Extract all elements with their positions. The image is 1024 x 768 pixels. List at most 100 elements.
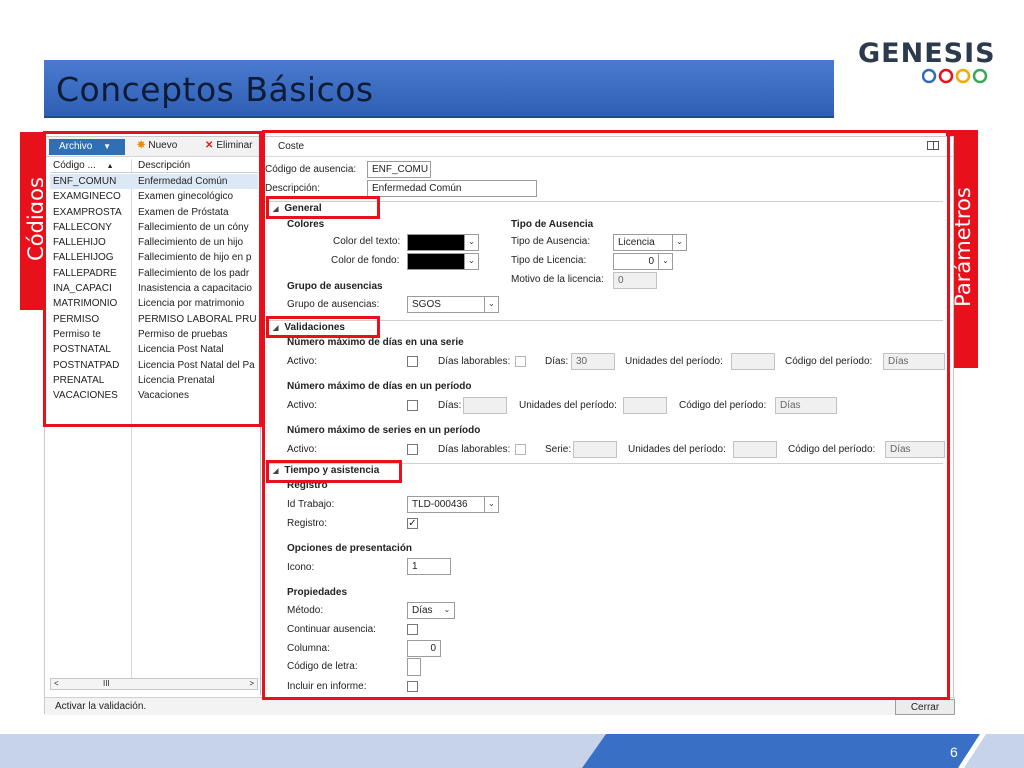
codigo-periodo-series-field[interactable]: Días bbox=[885, 441, 945, 458]
list-row[interactable]: PERMISO PERMISO LABORAL PRUE bbox=[50, 312, 258, 327]
list-row[interactable]: EXAMPROSTA Examen de Próstata bbox=[50, 205, 258, 220]
tiempo-section-header[interactable]: ◢ Tiempo y asistencia bbox=[273, 465, 379, 476]
row-desc: Vacaciones bbox=[138, 390, 189, 402]
registro-heading: Registro bbox=[287, 480, 328, 491]
activo-serie-checkbox[interactable] bbox=[407, 356, 418, 367]
eliminar-button[interactable]: ✕ Eliminar bbox=[205, 140, 253, 151]
chevron-down-icon[interactable]: ⌄ bbox=[464, 254, 478, 269]
chevron-down-icon: ▼ bbox=[103, 142, 112, 151]
unidades-periodo-label: Unidades del período: bbox=[519, 400, 617, 411]
row-code: FALLEPADRE bbox=[53, 267, 117, 279]
list-row[interactable]: FALLEHIJOG Fallecimiento de hijo en p bbox=[50, 250, 258, 265]
incluir-informe-checkbox[interactable] bbox=[407, 681, 418, 692]
motivo-licencia-field[interactable]: 0 bbox=[613, 272, 657, 289]
descripcion-field[interactable]: Enfermedad Común bbox=[367, 180, 537, 197]
serie-field[interactable] bbox=[573, 441, 617, 458]
absence-codes-window: Archivo ▼ ✸ Nuevo ✕ Eliminar Código ... ▲ … bbox=[44, 136, 955, 715]
incluir-informe-label: Incluir en informe: bbox=[287, 681, 367, 692]
unidades-periodo-label: Unidades del período: bbox=[625, 356, 723, 367]
metodo-select[interactable]: Días ⌄ bbox=[407, 602, 455, 619]
list-row[interactable]: EXAMGINECO Examen ginecológico bbox=[50, 189, 258, 204]
row-desc: Fallecimiento de un cóny bbox=[138, 221, 249, 233]
tipo-ausencia-select[interactable]: Licencia ⌄ bbox=[613, 234, 687, 251]
icono-field[interactable]: 1 bbox=[407, 558, 451, 575]
codigo-ausencia-field[interactable]: ENF_COMU bbox=[367, 161, 431, 178]
status-text: Activar la validación. bbox=[55, 701, 147, 712]
activo-series-checkbox[interactable] bbox=[407, 444, 418, 455]
row-desc: Examen ginecológico bbox=[138, 191, 234, 203]
codigo-periodo-periodo-field[interactable]: Días bbox=[775, 397, 837, 414]
grupo-ausencias-heading: Grupo de ausencias bbox=[287, 281, 383, 292]
list-row[interactable]: POSTNATAL Licencia Post Natal bbox=[50, 342, 258, 357]
tipo-licencia-select[interactable]: 0 ⌄ bbox=[613, 253, 673, 270]
sort-up-icon: ▲ bbox=[106, 163, 114, 170]
slide-title-bar: Conceptos Básicos bbox=[44, 60, 834, 118]
scroll-thumb-grip-icon[interactable]: III bbox=[103, 679, 110, 688]
panel-layout-icon[interactable] bbox=[927, 141, 939, 150]
dias-laborables-serie-checkbox[interactable] bbox=[515, 356, 526, 367]
chevron-down-icon[interactable]: ⌄ bbox=[672, 235, 686, 250]
row-code: Permiso te bbox=[53, 328, 101, 340]
eliminar-label: Eliminar bbox=[216, 140, 253, 151]
tipo-licencia-value: 0 bbox=[648, 256, 654, 267]
validaciones-section-header[interactable]: ◢ Validaciones bbox=[273, 322, 345, 333]
codigo-periodo-label: Código del período: bbox=[788, 444, 876, 455]
color-texto-label: Color del texto: bbox=[333, 236, 401, 247]
nuevo-button[interactable]: ✸ Nuevo bbox=[137, 140, 177, 151]
dias-periodo-field[interactable] bbox=[463, 397, 507, 414]
list-row[interactable]: ENF_COMUN Enfermedad Común bbox=[50, 174, 258, 190]
codigo-letra-field[interactable] bbox=[407, 658, 421, 676]
row-code: EXAMPROSTA bbox=[53, 206, 122, 218]
codigos-side-label: Códigos bbox=[20, 132, 48, 310]
unidades-series-field[interactable] bbox=[733, 441, 777, 458]
descripcion-label: Descripción: bbox=[265, 183, 321, 194]
color-fondo-picker[interactable]: ⌄ bbox=[407, 253, 479, 270]
list-row[interactable]: FALLEHIJO Fallecimiento de un hijo bbox=[50, 235, 258, 250]
validaciones-divider bbox=[263, 320, 943, 321]
tipo-licencia-label: Tipo de Licencia: bbox=[511, 255, 587, 266]
tipo-ausencia-value: Licencia bbox=[618, 237, 655, 248]
logo-text: GENESIS bbox=[858, 38, 996, 69]
list-row[interactable]: POSTNATPAD Licencia Post Natal del Pa bbox=[50, 358, 258, 373]
list-row[interactable]: INA_CAPACI Inasistencia a capacitacio bbox=[50, 281, 258, 296]
unidades-periodo-field[interactable] bbox=[623, 397, 667, 414]
horizontal-scrollbar[interactable]: < III > bbox=[50, 678, 258, 690]
list-row[interactable]: FALLECONY Fallecimiento de un cóny bbox=[50, 220, 258, 235]
scroll-right-icon[interactable]: > bbox=[249, 679, 254, 688]
list-row[interactable]: VACACIONES Vacaciones bbox=[50, 388, 258, 403]
color-texto-picker[interactable]: ⌄ bbox=[407, 234, 479, 251]
list-row[interactable]: Permiso te Permiso de pruebas bbox=[50, 327, 258, 342]
chevron-down-icon[interactable]: ⌄ bbox=[440, 603, 454, 618]
cerrar-button[interactable]: Cerrar bbox=[895, 699, 955, 715]
dias-laborables-series-checkbox[interactable] bbox=[515, 444, 526, 455]
dias-serie-field[interactable]: 30 bbox=[571, 353, 615, 370]
registro-checkbox[interactable]: ✓ bbox=[407, 518, 418, 529]
chevron-down-icon[interactable]: ⌄ bbox=[658, 254, 672, 269]
codigo-periodo-serie-field[interactable]: Días bbox=[883, 353, 945, 370]
unidades-serie-field[interactable] bbox=[731, 353, 775, 370]
chevron-down-icon[interactable]: ⌄ bbox=[464, 235, 478, 250]
activo-periodo-checkbox[interactable] bbox=[407, 400, 418, 411]
list-row[interactable]: FALLEPADRE Fallecimiento de los padr bbox=[50, 266, 258, 281]
list-row[interactable]: PRENATAL Licencia Prenatal bbox=[50, 373, 258, 388]
chevron-down-icon[interactable]: ⌄ bbox=[484, 497, 498, 512]
columna-field[interactable]: 0 bbox=[407, 640, 441, 657]
chevron-down-icon[interactable]: ⌄ bbox=[484, 297, 498, 312]
column-header-code[interactable]: Código ... ▲ bbox=[53, 160, 133, 171]
periodo-heading: Número máximo de días en un período bbox=[287, 381, 472, 392]
row-code: PERMISO bbox=[53, 313, 100, 325]
general-section-header[interactable]: ◢ General bbox=[273, 203, 322, 214]
column-header-description[interactable]: Descripción bbox=[138, 160, 190, 171]
continuar-ausencia-checkbox[interactable] bbox=[407, 624, 418, 635]
id-trabajo-select[interactable]: TLD-000436 ⌄ bbox=[407, 496, 499, 513]
slide-title: Conceptos Básicos bbox=[56, 70, 374, 109]
grupo-ausencias-label: Grupo de ausencias: bbox=[287, 299, 380, 310]
list-row[interactable]: MATRIMONIO Licencia por matrimonio bbox=[50, 296, 258, 311]
grupo-ausencias-select[interactable]: SGOS ⌄ bbox=[407, 296, 499, 313]
scroll-left-icon[interactable]: < bbox=[54, 679, 59, 688]
header-divider bbox=[263, 156, 953, 157]
row-desc: Fallecimiento de los padr bbox=[138, 267, 250, 279]
row-code: FALLEHIJOG bbox=[53, 252, 114, 264]
tab-coste[interactable]: Coste bbox=[278, 141, 304, 152]
archivo-menu-button[interactable]: Archivo ▼ bbox=[49, 139, 125, 155]
